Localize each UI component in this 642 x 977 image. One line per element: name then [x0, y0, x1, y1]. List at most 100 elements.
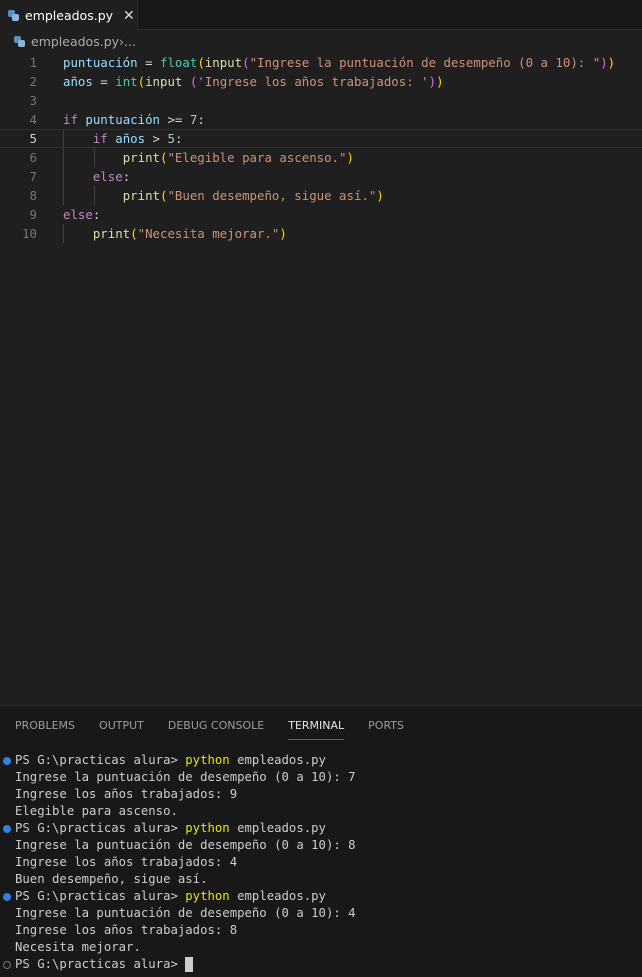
code-token: ) — [436, 74, 444, 89]
terminal-line: PS G:\practicas alura> python empleados.… — [0, 752, 356, 769]
terminal-line: Buen desempeño, sigue así. — [0, 871, 356, 888]
tab-terminal[interactable]: TERMINAL — [288, 718, 345, 740]
python-file-icon — [8, 10, 19, 21]
terminal-text: Buen desempeño, sigue así. — [15, 872, 208, 886]
code-line[interactable]: 6 print("Elegible para ascenso.") — [0, 148, 642, 167]
code-token: ( — [197, 55, 205, 70]
code-token: if — [92, 131, 108, 146]
line-number: 9 — [29, 207, 37, 222]
terminal-prompt: PS G:\practicas alura> — [15, 889, 186, 903]
code-line[interactable]: 5 if años > 5: — [0, 129, 642, 148]
terminal-command: python — [185, 821, 230, 835]
terminal-line: Necesita mejorar. — [0, 939, 356, 956]
terminal-command-arg: empleados.py — [229, 889, 326, 903]
code-token: años — [115, 131, 146, 146]
command-decoration-icon[interactable] — [3, 825, 11, 833]
code-token: "Necesita mejorar." — [137, 226, 280, 241]
code-token: ( — [242, 55, 250, 70]
line-content: if años > 5: — [63, 130, 183, 147]
tab-problems[interactable]: PROBLEMS — [15, 718, 75, 740]
command-decoration-icon[interactable] — [3, 893, 11, 901]
code-token: ( — [137, 74, 146, 89]
terminal-line: PS G:\practicas alura> python empleados.… — [0, 888, 356, 905]
line-number: 10 — [22, 226, 37, 241]
tab-label: empleados.py — [25, 8, 114, 23]
code-line[interactable]: 4 if puntuación >= 7: — [0, 110, 642, 129]
panel-tabs: PROBLEMS OUTPUT DEBUG CONSOLE TERMINAL PORTS — [15, 718, 428, 740]
terminal-command-arg: empleados.py — [229, 753, 326, 767]
terminal-output[interactable]: PS G:\practicas alura> python empleados.… — [0, 752, 356, 973]
code-token: if — [63, 112, 78, 127]
command-decoration-icon[interactable] — [3, 757, 11, 765]
tab-ports[interactable]: PORTS — [368, 718, 404, 740]
command-decoration-icon[interactable] — [3, 961, 11, 969]
code-line[interactable]: 8 print("Buen desempeño, sigue así.") — [0, 186, 642, 205]
line-number: 3 — [29, 93, 37, 108]
code-token: = — [92, 74, 116, 89]
terminal-cursor — [185, 957, 194, 972]
bottom-panel: PROBLEMS OUTPUT DEBUG CONSOLE TERMINAL PORTS… — [0, 705, 642, 977]
editor-tab-bar: empleados.py ✕ — [0, 0, 642, 31]
line-content: print("Buen desempeño, sigue así.") — [63, 186, 384, 205]
code-token: ) — [279, 226, 287, 241]
terminal-line: Ingrese los años trabajados: 4 — [0, 854, 356, 871]
code-token: 'Ingrese los años trabajados: ' — [197, 74, 429, 89]
breadcrumb: empleados.py › ... — [14, 34, 136, 49]
terminal-prompt: PS G:\practicas alura> — [15, 821, 186, 835]
code-line[interactable]: 3 — [0, 91, 642, 110]
line-number: 2 — [29, 74, 37, 89]
tab-debug-console[interactable]: DEBUG CONSOLE — [168, 718, 264, 740]
code-token: ) — [607, 55, 616, 70]
tab-output[interactable]: OUTPUT — [99, 718, 144, 740]
terminal-text: Ingrese la puntuación de desempeño (0 a … — [15, 906, 356, 920]
tab-empleados-py[interactable]: empleados.py ✕ — [0, 0, 138, 31]
breadcrumb-symbols[interactable]: ... — [124, 34, 136, 49]
terminal-prompt: PS G:\practicas alura> — [15, 753, 186, 767]
code-token: ) — [600, 55, 608, 70]
code-token: print — [92, 226, 131, 241]
terminal-line: PS G:\practicas alura> python empleados.… — [0, 820, 356, 837]
code-token: ) — [428, 74, 437, 89]
code-token: print — [122, 150, 160, 165]
code-token: float — [160, 55, 198, 70]
code-token: = — [137, 55, 160, 70]
breadcrumb-file[interactable]: empleados.py — [31, 34, 119, 49]
code-token: ) — [376, 188, 384, 203]
code-token: puntuación — [85, 112, 160, 127]
terminal-line: Ingrese la puntuación de desempeño (0 a … — [0, 769, 356, 786]
code-line[interactable]: 7 else: — [0, 167, 642, 186]
code-token: años — [63, 74, 93, 89]
terminal-text: Ingrese los años trabajados: 8 — [15, 923, 238, 937]
code-token: "Buen desempeño, sigue así." — [167, 188, 377, 203]
close-tab-icon[interactable]: ✕ — [123, 8, 135, 24]
terminal-line: Ingrese los años trabajados: 9 — [0, 786, 356, 803]
line-number: 7 — [29, 169, 37, 184]
line-content: else: — [63, 167, 130, 186]
code-line[interactable]: 10 print("Necesita mejorar.") — [0, 224, 642, 243]
terminal-text: Ingrese la puntuación de desempeño (0 a … — [15, 770, 356, 784]
terminal-text: Elegible para ascenso. — [15, 804, 178, 818]
terminal-command: python — [185, 753, 230, 767]
code-token: else — [92, 169, 123, 184]
code-line[interactable]: 1 puntuación = float(input("Ingrese la pu… — [0, 53, 642, 72]
line-number: 5 — [29, 131, 37, 146]
code-editor[interactable]: 1 puntuación = float(input("Ingrese la pu… — [0, 53, 642, 243]
terminal-line: Ingrese la puntuación de desempeño (0 a … — [0, 837, 356, 854]
code-token: input — [145, 74, 183, 89]
terminal-line: Elegible para ascenso. — [0, 803, 356, 820]
line-number: 6 — [29, 150, 37, 165]
terminal-line: PS G:\practicas alura> — [0, 956, 356, 973]
terminal-text: Ingrese los años trabajados: 4 — [15, 855, 238, 869]
code-token: else — [63, 207, 93, 222]
line-content: años = int(input ('Ingrese los años trab… — [63, 72, 444, 91]
code-token: int — [115, 74, 138, 89]
code-line[interactable]: 2 años = int(input ('Ingrese los años tra… — [0, 72, 642, 91]
code-line[interactable]: 9 else: — [0, 205, 642, 224]
code-token: input — [204, 55, 243, 70]
line-content: if puntuación >= 7: — [63, 110, 205, 129]
